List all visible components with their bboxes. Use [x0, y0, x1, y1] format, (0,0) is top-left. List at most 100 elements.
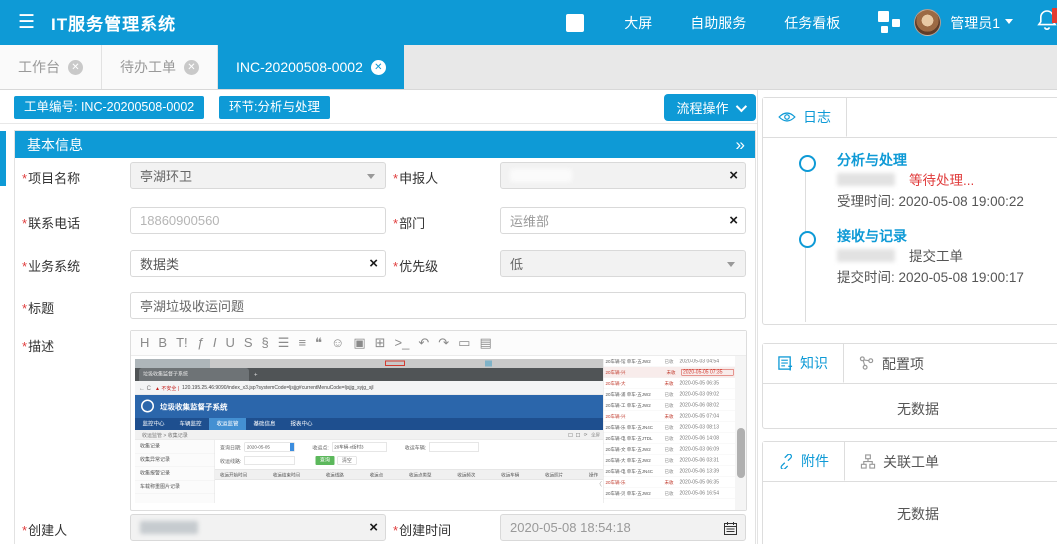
editor-toolbar-button[interactable]: ❝	[315, 332, 322, 354]
mock-record-row: 20车辆-大 单车-五JW2 已收 2020-05-06 03:31	[604, 455, 736, 466]
timeline-dot	[799, 155, 816, 172]
priority-select[interactable]: 低	[500, 250, 746, 277]
mock-record-name: 20车辆-大 单车-五JW2	[606, 457, 663, 464]
log-panel: 日志 分析与处理 等待处理... 受理时间: 2020-05-08 19:00:…	[762, 97, 1057, 325]
editor-toolbar-button[interactable]: ☰	[278, 332, 290, 354]
mock-records-panel: 20车辆-馆 单车-五JW2 已收 2020-05-03 04:54 20车辆-…	[603, 359, 735, 503]
menu-big-screen[interactable]: 大屏	[624, 13, 652, 33]
ctime-label: 创建时间	[393, 520, 451, 539]
reporter-input[interactable]: ×	[500, 162, 746, 189]
divider	[757, 90, 758, 544]
creator-input[interactable]: ×	[130, 514, 386, 541]
tab-related-tickets-label: 关联工单	[883, 452, 939, 472]
current-user[interactable]: 管理员1	[950, 13, 1013, 33]
editor-toolbar-button[interactable]: ▤	[479, 332, 491, 354]
editor-toolbar-button[interactable]: ≡	[298, 332, 306, 354]
phone-value: 18860900560	[140, 213, 220, 228]
editor-toolbar-button[interactable]: ▣	[353, 332, 365, 354]
mock-record-time: 2020-05-05 07:35	[682, 369, 734, 376]
editor-content[interactable]: 垃圾收集监督子系统 + –▢✕ ← C ▲ 不安全 | 120.195.25.4…	[131, 356, 746, 510]
close-icon[interactable]: ✕	[68, 60, 83, 75]
mock-record-time: 2020-05-06 14:08	[680, 436, 734, 442]
log-entry-title: 接收与记录	[837, 226, 907, 246]
editor-toolbar-button[interactable]: >_	[395, 332, 410, 354]
log-entry-action: 等待处理...	[837, 169, 974, 189]
close-icon[interactable]: ✕	[371, 60, 386, 75]
menu-task-board[interactable]: 任务看板	[784, 13, 840, 33]
mock-app-title: 垃圾收集监督子系统	[160, 402, 228, 413]
clear-icon[interactable]: ×	[729, 166, 738, 186]
editor-toolbar-button[interactable]: ☺	[331, 332, 344, 354]
mock-record-time: 2020-05-05 07:04	[680, 414, 734, 420]
scrollbar-thumb[interactable]	[737, 428, 745, 478]
mock-nav-item: 报表中心	[283, 418, 320, 430]
editor-toolbar-button[interactable]: ƒ	[197, 332, 204, 354]
mock-sidebar: 收集记录收集异常记录收集报警记录车载称重图片记录	[135, 440, 215, 503]
page-tab[interactable]: 工作台 ✕	[0, 45, 102, 89]
hamburger-menu-icon[interactable]: ☰	[18, 11, 35, 34]
clear-icon[interactable]: ×	[369, 254, 378, 274]
chevron-down-icon	[727, 262, 735, 271]
editor-toolbar-button[interactable]: B	[158, 332, 167, 354]
tab-attachments-label: 附件	[801, 451, 829, 471]
editor-toolbar-button[interactable]: ↷	[438, 332, 449, 354]
creator-label: 创建人	[22, 520, 67, 539]
clear-icon[interactable]: ×	[369, 518, 378, 538]
editor-toolbar-button[interactable]: S	[244, 332, 253, 354]
tab-attachments[interactable]: 附件	[763, 442, 845, 481]
phone-label: 联系电话	[22, 213, 80, 232]
editor-scrollbar[interactable]	[735, 356, 746, 510]
mock-table-header: 收运开始时间收运结束时间收运线路收运点收运点类型收运频次收运车辆收运照片操作	[215, 469, 603, 480]
editor-toolbar-button[interactable]: I	[213, 332, 217, 354]
editor-toolbar-button[interactable]: H	[140, 332, 149, 354]
editor-toolbar-button[interactable]: ↶	[418, 332, 429, 354]
editor-toolbar-button[interactable]: U	[225, 332, 234, 354]
mock-security-warning: ▲ 不安全 |	[155, 384, 179, 392]
project-select[interactable]: 亭湖环卫	[130, 162, 386, 189]
page-tab[interactable]: INC-20200508-0002 ✕	[218, 45, 404, 89]
close-icon[interactable]: ✕	[184, 60, 199, 75]
reporter-label: 申报人	[393, 168, 438, 187]
tab-log[interactable]: 日志	[763, 98, 847, 137]
mock-record-time: 2020-05-06 16:54	[680, 491, 734, 497]
mock-record-name: 20车辆-电 单车-五JN4C	[606, 468, 663, 475]
tab-knowledge[interactable]: 知识	[763, 344, 844, 383]
editor-toolbar-button[interactable]: ⊞	[375, 332, 386, 354]
collapse-chevrons-icon[interactable]: »	[736, 135, 745, 155]
redacted-name	[837, 249, 895, 262]
mock-table-col: 收运点类型	[409, 471, 432, 478]
mock-nav-item: 基础信息	[246, 418, 283, 430]
process-actions-button[interactable]: 流程操作	[664, 94, 756, 121]
square-widget-icon[interactable]	[566, 14, 584, 32]
log-entry-title: 分析与处理	[837, 150, 907, 170]
redacted-name	[140, 521, 198, 534]
apps-grid-icon[interactable]	[878, 10, 902, 35]
mock-main: 查询日期: 2020-05-05 收运点: 20车辆-x街村3 收运车辆: 收运…	[215, 440, 603, 503]
editor-toolbar-button[interactable]: ▭	[458, 332, 470, 354]
attachment-panel: 附件 关联工单 无数据	[762, 441, 1057, 544]
editor-toolbar-button[interactable]: T!	[176, 332, 188, 354]
clear-icon[interactable]: ×	[729, 211, 738, 231]
title-input[interactable]: 亭湖垃圾收运问题	[130, 292, 746, 319]
mock-nav-item: 车辆监控	[172, 418, 209, 430]
mock-record-time: 2020-05-03 08:13	[680, 425, 734, 431]
mock-record-status: 已收	[665, 391, 678, 398]
redacted-name	[837, 173, 895, 186]
system-input[interactable]: 数据类 ×	[130, 250, 386, 277]
page-tab[interactable]: 待办工单 ✕	[102, 45, 218, 89]
calendar-icon[interactable]	[724, 522, 737, 538]
mock-record-name: 20车辆-兴	[606, 369, 665, 376]
menu-self-service[interactable]: 自助服务	[690, 13, 746, 33]
redacted-name	[510, 169, 572, 182]
tab-config-items[interactable]: 配置项	[844, 344, 939, 383]
ctime-input[interactable]: 2020-05-08 18:54:18	[500, 514, 746, 541]
rich-text-editor[interactable]: HB T! ƒIUS § ☰ ≡ ❝ ☺ ▣ ⊞ >_ ↶ ↷ ▭ ▤ 垃圾收集监督子系统 + –▢✕ ← …	[130, 330, 747, 511]
dept-input[interactable]: 运维部 ×	[500, 207, 746, 234]
mock-record-name: 20车辆-文 单车-五JW2	[606, 446, 663, 453]
editor-toolbar-button[interactable]: §	[262, 332, 269, 354]
phone-input[interactable]: 18860900560	[130, 207, 386, 234]
page-tab-label: INC-20200508-0002	[236, 59, 363, 75]
avatar[interactable]	[914, 9, 941, 36]
tab-related-tickets[interactable]: 关联工单	[845, 442, 954, 481]
section-title: 基本信息	[27, 135, 83, 155]
